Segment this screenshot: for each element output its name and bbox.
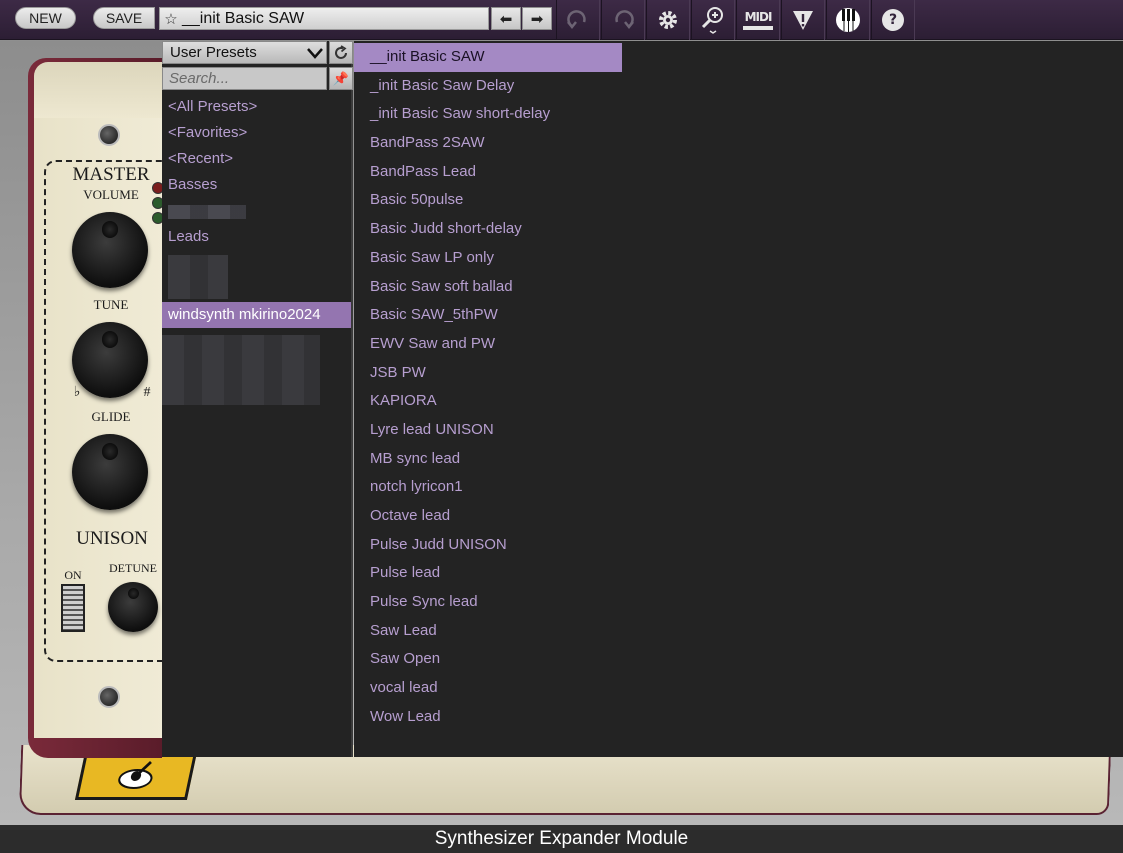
module-caption: Synthesizer Expander Module bbox=[0, 825, 1123, 853]
bank-item[interactable]: Leads bbox=[162, 224, 351, 250]
preset-panel: __init Basic SAW _init Basic Saw Delay _in… bbox=[354, 41, 1123, 757]
sharp-symbol: # bbox=[143, 385, 151, 400]
preset-item[interactable]: Wow Lead bbox=[354, 703, 622, 732]
midi-icon: MIDI bbox=[743, 10, 773, 30]
new-button[interactable]: NEW bbox=[15, 7, 76, 29]
master-label: MASTER bbox=[72, 164, 150, 185]
redo-button[interactable] bbox=[601, 0, 645, 40]
midi-button[interactable]: MIDI bbox=[736, 0, 780, 40]
tune-label: TUNE bbox=[93, 297, 129, 312]
flat-symbol: ♭ bbox=[73, 385, 81, 400]
preset-item[interactable]: Pulse Judd UNISON bbox=[354, 531, 622, 560]
preset-item[interactable]: Pulse Sync lead bbox=[354, 588, 622, 617]
glide-label: GLIDE bbox=[91, 409, 131, 424]
preset-item[interactable]: vocal lead bbox=[354, 674, 622, 703]
warning-icon bbox=[793, 11, 813, 30]
previous-preset-button[interactable]: ⬅ bbox=[491, 7, 521, 30]
save-button[interactable]: SAVE bbox=[93, 7, 155, 29]
refresh-icon bbox=[335, 44, 347, 59]
current-preset-name: __init Basic SAW bbox=[182, 9, 305, 27]
favorite-star-icon[interactable]: ☆ bbox=[160, 10, 182, 28]
redo-icon bbox=[615, 10, 634, 30]
undo-icon bbox=[567, 10, 586, 30]
bank-item[interactable]: <Favorites> bbox=[162, 120, 351, 146]
detune-knob[interactable] bbox=[108, 582, 158, 632]
preset-name-field[interactable]: ☆ __init Basic SAW bbox=[159, 7, 489, 30]
preset-item[interactable]: MB sync lead bbox=[354, 445, 622, 474]
preset-item[interactable]: Saw Open bbox=[354, 645, 622, 674]
toolbar: NEW SAVE ☆ __init Basic SAW ⬅ ➡ MIDI ? bbox=[0, 0, 1123, 40]
preset-item[interactable]: BandPass 2SAW bbox=[354, 129, 622, 158]
preset-item[interactable]: JSB PW bbox=[354, 359, 622, 388]
refresh-button[interactable] bbox=[329, 41, 353, 64]
preset-item[interactable]: Pulse lead bbox=[354, 559, 622, 588]
preset-item[interactable]: BandPass Lead bbox=[354, 158, 622, 187]
arrow-right-icon: ➡ bbox=[530, 10, 544, 28]
preset-item[interactable]: Lyre lead UNISON bbox=[354, 416, 622, 445]
screw-icon bbox=[98, 124, 120, 146]
help-icon: ? bbox=[882, 9, 904, 31]
glide-knob[interactable] bbox=[72, 434, 148, 510]
bank-dropdown-label: User Presets bbox=[170, 44, 257, 61]
preset-item[interactable]: _init Basic Saw Delay bbox=[354, 72, 622, 101]
zoom-button[interactable] bbox=[691, 0, 735, 40]
preset-item[interactable]: notch lyricon1 bbox=[354, 473, 622, 502]
alert-button[interactable] bbox=[781, 0, 825, 40]
preset-item[interactable]: KAPIORA bbox=[354, 387, 622, 416]
caption-text: Synthesizer Expander Module bbox=[434, 828, 689, 849]
bank-item[interactable]: <Recent> bbox=[162, 146, 351, 172]
chevron-down-icon[interactable] bbox=[302, 41, 327, 64]
gear-icon bbox=[659, 11, 677, 29]
preset-item[interactable]: Octave lead bbox=[354, 502, 622, 531]
warning-logo-icon bbox=[74, 752, 198, 800]
preset-item[interactable]: Basic Saw soft ballad bbox=[354, 273, 622, 302]
on-label: ON bbox=[64, 568, 82, 582]
settings-button[interactable] bbox=[646, 0, 690, 40]
redacted-bank-name bbox=[162, 335, 320, 405]
volume-knob[interactable] bbox=[72, 212, 148, 288]
screw-icon bbox=[98, 686, 120, 708]
preset-item[interactable]: Basic 50pulse bbox=[354, 186, 622, 215]
bank-panel: User Presets 📌 <All Presets><Favorites><… bbox=[162, 41, 353, 757]
panel-top bbox=[34, 62, 164, 122]
arrow-left-icon: ⬅ bbox=[499, 10, 513, 28]
preset-item[interactable]: _init Basic Saw short-delay bbox=[354, 100, 622, 129]
pin-icon: 📌 bbox=[332, 70, 350, 86]
search-input[interactable] bbox=[162, 67, 327, 90]
detune-label: DETUNE bbox=[109, 561, 157, 575]
zoom-icon bbox=[701, 7, 723, 34]
next-preset-button[interactable]: ➡ bbox=[522, 7, 552, 30]
preset-item[interactable]: Basic Saw LP only bbox=[354, 244, 622, 273]
bank-item[interactable]: Basses bbox=[162, 172, 351, 198]
preset-item[interactable]: Basic Judd short-delay bbox=[354, 215, 622, 244]
unison-toggle-switch[interactable] bbox=[61, 584, 85, 632]
volume-label: VOLUME bbox=[83, 187, 139, 202]
unison-label: UNISON bbox=[76, 528, 148, 549]
redacted-bank-name bbox=[168, 255, 228, 299]
preset-item[interactable]: Basic SAW_5thPW bbox=[354, 301, 622, 330]
undo-button[interactable] bbox=[556, 0, 600, 40]
keyboard-icon bbox=[836, 8, 860, 32]
bank-item[interactable]: windsynth mkirino2024 bbox=[162, 302, 351, 328]
bank-item[interactable]: <All Presets> bbox=[162, 94, 351, 120]
help-button[interactable]: ? bbox=[871, 0, 915, 40]
preset-item[interactable]: Saw Lead bbox=[354, 617, 622, 646]
preset-item[interactable]: EWV Saw and PW bbox=[354, 330, 622, 359]
redacted-bank-name bbox=[168, 205, 246, 219]
preset-list: __init Basic SAW _init Basic Saw Delay _in… bbox=[354, 43, 1123, 732]
keyboard-button[interactable] bbox=[826, 0, 870, 40]
pin-button[interactable]: 📌 bbox=[329, 67, 353, 90]
preset-item[interactable]: __init Basic SAW bbox=[354, 43, 622, 72]
